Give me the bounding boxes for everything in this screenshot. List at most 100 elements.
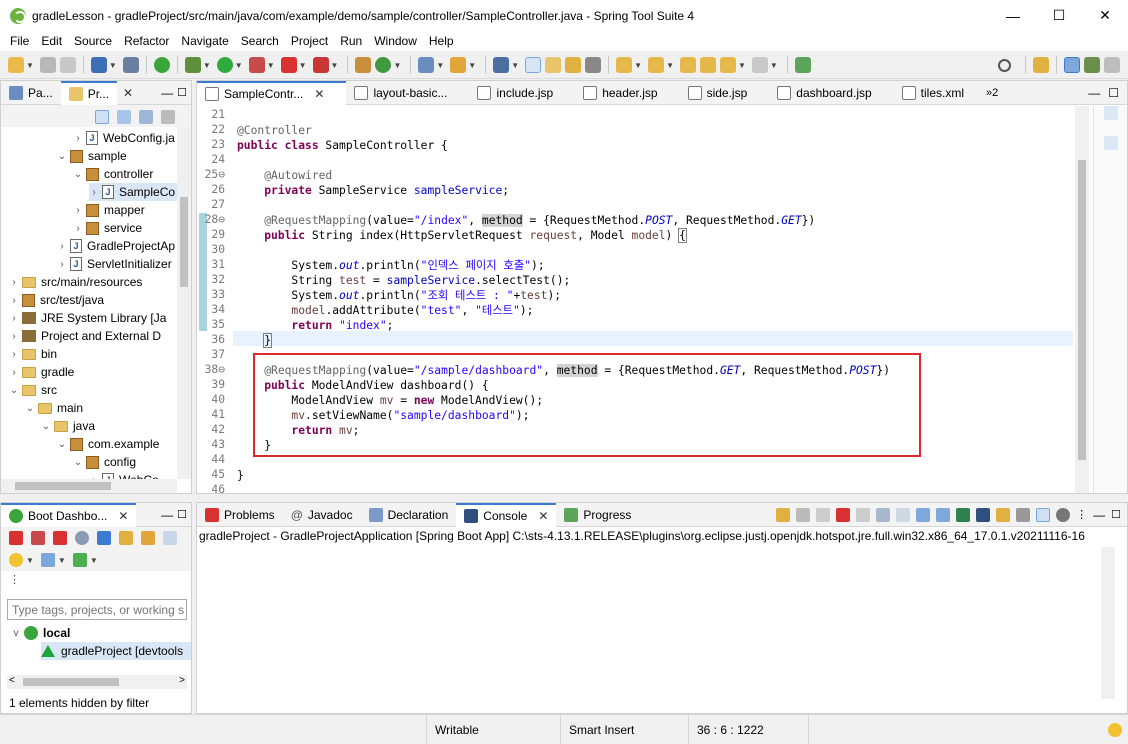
code-line[interactable]: @Controller (237, 123, 312, 138)
tree-item[interactable]: › Project and External D (9, 327, 161, 345)
git-perspective-icon[interactable] (1104, 57, 1120, 73)
scroll-lock-icon[interactable] (876, 507, 891, 522)
tree-item[interactable]: › mapper (73, 201, 144, 219)
code-line[interactable]: } (237, 333, 273, 348)
menu-edit[interactable]: Edit (35, 34, 68, 48)
scroll-thumb[interactable] (23, 678, 119, 686)
console-output[interactable] (197, 545, 1127, 713)
code-line[interactable]: String test = sampleService.selectTest()… (237, 273, 570, 288)
close-icon[interactable]: ✕ (123, 86, 133, 100)
search-icon[interactable] (450, 57, 467, 73)
settings-gear-icon[interactable] (1056, 507, 1071, 522)
show-whitespace-icon[interactable] (585, 57, 602, 73)
chevron-left-icon[interactable]: < (9, 675, 15, 686)
chevron-down-icon[interactable]: ⌄ (25, 403, 35, 414)
tab-javadoc[interactable]: @ Javadoc (283, 503, 361, 527)
menu-project[interactable]: Project (285, 34, 334, 48)
chevron-right-icon[interactable]: > (179, 675, 185, 686)
pin-editor-icon[interactable] (794, 57, 811, 73)
code-line[interactable]: ModelAndView mv = new ModelAndView(); (237, 393, 543, 408)
minimize-icon[interactable]: — (1088, 86, 1100, 100)
filter-icon[interactable] (40, 553, 55, 567)
ansi-icon[interactable] (1036, 507, 1051, 522)
tree-item[interactable]: ⌄ main (25, 399, 83, 417)
view-menu-icon[interactable] (161, 110, 175, 124)
tree-item[interactable]: › src/main/resources (9, 273, 142, 291)
code-line[interactable]: private SampleService sampleService; (237, 183, 509, 198)
task-list-icon[interactable] (1104, 136, 1118, 150)
maximize-icon[interactable]: ☐ (1111, 508, 1121, 521)
pin-console-icon[interactable] (956, 507, 971, 522)
code-line[interactable]: public String index(HttpServletRequest r… (237, 228, 687, 243)
menu-file[interactable]: File (4, 34, 35, 48)
tree-item[interactable]: ›JWebCo (89, 471, 159, 479)
editor-vscrollbar[interactable] (1075, 106, 1089, 493)
code-line[interactable]: mv.setViewName("sample/dashboard"); (237, 408, 529, 423)
clear-console-icon[interactable] (856, 507, 871, 522)
open-perspective-icon[interactable] (1033, 57, 1049, 73)
show-stderr-icon[interactable] (936, 507, 951, 522)
chevron-right-icon[interactable]: › (73, 223, 83, 234)
menu-navigate[interactable]: Navigate (175, 34, 234, 48)
new-icon[interactable] (8, 57, 24, 73)
tab-console[interactable]: Console ✕ (456, 502, 557, 527)
toggle-annotation-icon[interactable] (493, 57, 510, 73)
tab-declaration[interactable]: Declaration (361, 503, 457, 527)
editor-tab[interactable]: include.jsp (469, 81, 575, 105)
tree-item[interactable]: › J WebConfig.ja (73, 129, 175, 147)
chevron-down-icon[interactable]: ⌄ (9, 385, 19, 396)
tree-item[interactable]: › J GradleProjectAp (57, 237, 175, 255)
local-target-row[interactable]: v local (11, 624, 70, 642)
chevron-right-icon[interactable]: › (9, 295, 19, 306)
show-stdout-icon[interactable] (916, 507, 931, 522)
scroll-thumb[interactable] (180, 197, 188, 287)
minimize-icon[interactable]: — (161, 86, 173, 100)
block-selection-icon[interactable] (565, 57, 582, 73)
maximize-icon[interactable]: ☐ (1108, 86, 1119, 100)
tree-item[interactable]: › bin (9, 345, 57, 363)
link-with-editor-icon[interactable] (95, 110, 109, 124)
close-icon[interactable]: ✕ (314, 87, 324, 101)
open-type-icon[interactable] (418, 57, 435, 73)
remove-all-icon[interactable] (816, 507, 831, 522)
debug-perspective-icon[interactable] (1084, 57, 1100, 73)
tab-problems[interactable]: Problems (197, 503, 283, 527)
display-console-icon[interactable] (976, 507, 991, 522)
menu-source[interactable]: Source (68, 34, 118, 48)
terminal-icon[interactable] (90, 57, 107, 73)
code-line[interactable]: @RequestMapping(value="/sample/dashboard… (237, 363, 890, 378)
scroll-thumb[interactable] (1078, 160, 1086, 460)
chevron-right-icon[interactable]: › (57, 259, 67, 270)
boot-hscrollbar[interactable]: < > (7, 675, 187, 689)
tree-item[interactable]: › J SampleCo (89, 183, 177, 201)
tree-item[interactable]: › J ServletInitializer (57, 255, 172, 273)
filter-icon[interactable] (117, 110, 131, 124)
chevron-down-icon[interactable]: ⌄ (73, 457, 83, 468)
toggle-mark-occurrences-icon[interactable] (525, 57, 542, 73)
tab-progress[interactable]: Progress (556, 503, 639, 527)
chevron-down-icon[interactable]: ⌄ (57, 151, 67, 162)
editor-tab[interactable]: tiles.xml (894, 81, 986, 105)
collapse-all-icon[interactable] (139, 110, 153, 124)
open-console-icon[interactable] (996, 507, 1011, 522)
code-editor[interactable]: 21 22 @Controller 23 public class SampleCont… (197, 106, 1127, 493)
restart-icon[interactable] (9, 531, 23, 545)
editor-tab[interactable]: layout-basic... (346, 81, 469, 105)
tree-item[interactable]: › src/test/java (9, 291, 104, 309)
tree-item[interactable]: ⌄ config (73, 453, 136, 471)
tree-item[interactable]: ⌄ com.example (57, 435, 160, 453)
terminate-icon[interactable] (836, 507, 851, 522)
view-menu-icon[interactable]: ⋮ (9, 573, 20, 586)
tab-package-explorer[interactable]: Pa... (1, 81, 61, 105)
chevron-right-icon[interactable]: › (9, 277, 19, 288)
properties-icon[interactable] (163, 531, 177, 545)
menu-help[interactable]: Help (423, 34, 460, 48)
code-line[interactable]: } (237, 468, 244, 483)
maximize-icon[interactable]: ☐ (177, 86, 187, 99)
copy-icon[interactable] (1016, 507, 1031, 522)
code-line[interactable]: } (237, 438, 271, 453)
tree-item[interactable]: › JRE System Library [Ja (9, 309, 166, 327)
open-console-icon[interactable] (97, 531, 111, 545)
editor-tab[interactable]: SampleContr... ✕ (197, 80, 347, 105)
chevron-right-icon[interactable]: › (9, 331, 19, 342)
